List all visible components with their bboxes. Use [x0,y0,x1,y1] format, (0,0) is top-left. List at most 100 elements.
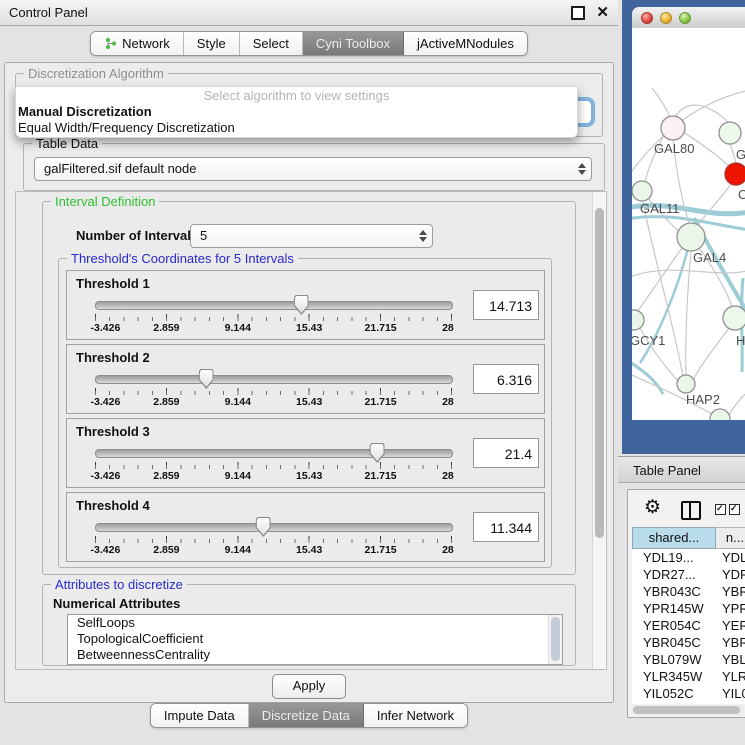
network-window-titlebar[interactable] [632,7,745,29]
slider-thumb[interactable] [294,295,309,315]
vertical-scrollbar[interactable] [592,192,606,669]
tab-jactivemnodules[interactable]: jActiveMNodules [404,32,527,55]
node-gal80[interactable] [661,116,685,140]
node-label: GAL4 [693,250,726,265]
tab-style[interactable]: Style [184,32,240,55]
split-columns-icon[interactable] [681,501,701,520]
column-header-shared-name[interactable]: shared... [632,527,716,549]
network-canvas[interactable]: GAL80 GA C GAL11 GAL4 GCY1 H HAP2 [632,28,745,420]
tick-label: -3.426 [91,322,121,334]
table-row[interactable]: YLR345WYLR3... [632,668,745,685]
checkbox-select-none-icon[interactable] [729,504,740,515]
threshold-1-slider[interactable] [95,301,453,310]
slider-thumb[interactable] [199,369,214,389]
tab-impute-data[interactable]: Impute Data [151,704,249,727]
slider-tick-labels: -3.426 2.859 9.144 15.43 21.715 28 [95,544,452,556]
tab-discretize-data[interactable]: Discretize Data [249,704,364,727]
cell-name: YDR2... [716,566,745,583]
slider-thumb[interactable] [256,517,271,537]
cell-name: YBR0... [716,634,745,651]
scrollbar-thumb[interactable] [633,706,740,714]
table-data-combo[interactable]: galFiltered.sif default node [34,157,592,181]
slider-thumb[interactable] [370,443,385,463]
close-icon[interactable]: ✕ [596,5,609,20]
apply-button[interactable]: Apply [272,674,346,699]
threshold-1-value-field[interactable]: 14.713 [473,290,539,320]
table-row[interactable]: YIL052CYIL0... [632,685,745,702]
list-scrollbar[interactable] [548,615,562,664]
group-title: Interval Definition [51,194,159,209]
number-of-intervals-combo[interactable]: 5 [190,224,433,248]
threshold-4-slider[interactable] [95,523,453,532]
node-top-right[interactable] [719,122,741,144]
dropdown-hint: Select algorithm to view settings [16,87,577,104]
list-item[interactable]: SelfLoops [68,615,562,631]
checkbox-select-all-icon[interactable] [715,504,726,515]
slider-ticks [95,314,452,321]
list-item[interactable]: BetweennessCentrality [68,647,562,663]
tick-label: 2.859 [153,322,179,334]
node-h[interactable] [723,306,745,330]
cell-shared-name: YPR145W [632,600,716,617]
tab-network[interactable]: Network [91,32,184,55]
interval-definition-group: Interval Definition Number of Intervals … [42,201,576,575]
tick-label: 9.144 [225,470,251,482]
network-view-window[interactable]: GAL80 GA C GAL11 GAL4 GCY1 H HAP2 [622,0,745,454]
threshold-3-slider[interactable] [95,449,453,458]
threshold-2-value-field[interactable]: 6.316 [473,364,539,394]
table-row[interactable]: YPR145WYPR1... [632,600,745,617]
cell-name: YBR0... [716,583,745,600]
slider-tick-labels: -3.426 2.859 9.144 15.43 21.715 28 [95,470,452,482]
dropdown-item-equal-width-frequency[interactable]: Equal Width/Frequency Discretization [16,120,577,136]
tick-label: 21.715 [365,322,397,334]
group-title: Attributes to discretize [51,577,187,592]
node-bottom[interactable] [710,409,730,420]
threshold-2-box: Threshold 2 -3.426 2.859 9.144 15.43 21.… [66,344,545,414]
table-data-selected-value: galFiltered.sif default node [35,158,591,180]
table-row[interactable]: YDR27...YDR2... [632,566,745,583]
table-row[interactable]: YER054CYER0... [632,617,745,634]
table-row[interactable]: YBL079WYBL0... [632,651,745,668]
table-row[interactable]: YDL19...YDL1... [632,549,745,566]
tab-infer-network[interactable]: Infer Network [364,704,467,727]
network-tab-icon [104,37,117,50]
scrollbar-thumb[interactable] [595,208,604,538]
list-item[interactable]: TopologicalCoefficient [68,631,562,647]
tick-label: 28 [442,544,454,556]
node-label: HAP2 [686,392,720,407]
horizontal-scrollbar[interactable] [632,705,744,715]
cell-name: YPR1... [716,600,745,617]
tick-label: 21.715 [365,396,397,408]
numerical-attributes-list: SelfLoops TopologicalCoefficient Between… [67,614,563,665]
node-gal11[interactable] [632,181,652,201]
column-header-name[interactable]: n... [716,527,745,549]
combo-spinner-icon [578,163,586,175]
cell-name: YIL0... [716,685,745,702]
threshold-2-slider[interactable] [95,375,453,384]
table-row[interactable]: YBR043CYBR0... [632,583,745,600]
minimize-traffic-light-icon[interactable] [660,12,672,24]
threshold-label: Threshold 1 [76,276,150,291]
node-label: GAL11 [640,201,680,216]
cell-name: YER0... [716,617,745,634]
tick-label: 21.715 [365,470,397,482]
node-gal4[interactable] [677,223,705,251]
node-selected-red[interactable] [725,163,745,185]
tab-cyni-toolbox[interactable]: Cyni Toolbox [303,32,404,55]
float-window-icon[interactable] [571,6,585,20]
tick-label: 2.859 [153,470,179,482]
slider-tick-labels: -3.426 2.859 9.144 15.43 21.715 28 [95,322,452,334]
gear-icon[interactable]: ⚙ [644,496,661,519]
combo-spinner-icon [419,230,427,242]
close-traffic-light-icon[interactable] [641,12,653,24]
threshold-3-value-field[interactable]: 21.4 [473,438,539,468]
node-hap2[interactable] [677,375,695,393]
node-gcy1[interactable] [632,310,644,330]
dropdown-item-manual-discretization[interactable]: Manual Discretization [16,104,577,120]
zoom-traffic-light-icon[interactable] [679,12,691,24]
table-row[interactable]: YBR045CYBR0... [632,634,745,651]
threshold-4-value-field[interactable]: 11.344 [473,512,539,542]
tab-select[interactable]: Select [240,32,303,55]
table-body: YDL19...YDL1... YDR27...YDR2... YBR043CY… [632,549,745,704]
tab-label: Discretize Data [262,708,350,723]
